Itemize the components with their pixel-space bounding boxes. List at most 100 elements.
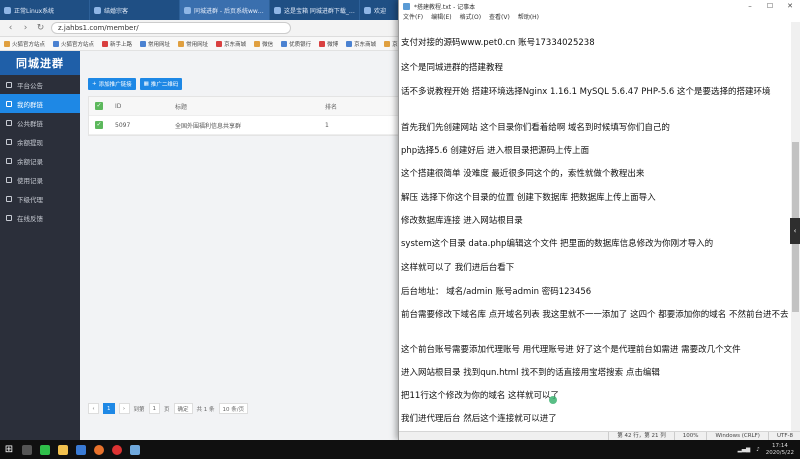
tab-favicon-icon: [4, 6, 11, 14]
notepad-window: *搭建教程.txt - 记事本 – ☐ ✕ 文件(F) 编辑(E) 格式(O) …: [398, 0, 800, 440]
menu-edit[interactable]: 编辑(E): [431, 12, 451, 22]
notepad-app-icon: [403, 2, 410, 10]
text-line: 把11行这个修改为你的域名 这样就可以了: [401, 391, 560, 401]
tab-label: 欢迎: [374, 7, 387, 15]
users-icon: [6, 195, 12, 202]
sidebar-item-public-links[interactable]: 公共群链: [0, 113, 80, 132]
forward-arrow-icon[interactable]: ›: [21, 23, 30, 33]
bookmark-icon: [178, 40, 185, 47]
sidebar-item-announcements[interactable]: 平台公告: [0, 75, 80, 94]
menu-help[interactable]: 帮助(H): [518, 12, 539, 22]
text-line: 首先我们先创建网站 这个目录你们看着给啊 域名到时候填写你们自己的: [401, 123, 670, 133]
bookmark-item[interactable]: 微博: [319, 40, 338, 48]
browser-tab[interactable]: 结婚宗客: [90, 0, 180, 20]
collapse-arrow-icon[interactable]: ‹: [790, 218, 800, 244]
page-unit-label: 页: [164, 406, 170, 413]
notepad-menu-bar: 文件(F) 编辑(E) 格式(O) 查看(V) 帮助(H): [399, 12, 800, 22]
recorder-icon[interactable]: [108, 440, 126, 459]
bookmark-item[interactable]: 火狐官方站点: [4, 40, 45, 48]
menu-file[interactable]: 文件(F): [403, 12, 423, 22]
menu-view[interactable]: 查看(V): [489, 12, 510, 22]
next-page-icon[interactable]: ›: [118, 403, 130, 414]
text-line: php选择5.6 创建好后 进入根目录把源码上传上面: [401, 146, 590, 156]
bookmark-item[interactable]: 京东商城: [346, 40, 376, 48]
notepad-icon[interactable]: [126, 440, 144, 459]
sidebar-item-usage-log[interactable]: 使用记录: [0, 170, 80, 189]
clock[interactable]: 17:14 2020/5/22: [766, 443, 794, 457]
zoom-level: 100%: [673, 432, 707, 440]
sidebar-item-withdraw[interactable]: 余额提现: [0, 132, 80, 151]
text-line: 后台地址： 域名/admin 账号admin 密码123456: [401, 287, 592, 297]
text-line: 我们进代理后台 然后这个连接就可以进了: [401, 414, 557, 424]
text-encoding: UTF-8: [767, 432, 800, 440]
bookmark-item[interactable]: 京东商城: [216, 40, 246, 48]
wechat-icon[interactable]: [36, 440, 54, 459]
cell-id: 5097: [115, 121, 131, 129]
sidebar-item-my-links[interactable]: 我的群链: [0, 94, 80, 113]
maximize-icon[interactable]: ☐: [760, 0, 780, 12]
qrcode-button[interactable]: ▦ 推广二维码: [139, 78, 183, 90]
bookmark-icon: [53, 40, 60, 47]
list-icon: [6, 157, 12, 164]
bookmark-item[interactable]: 常用网址: [178, 40, 208, 48]
file-explorer-icon[interactable]: [54, 440, 72, 459]
tab-favicon-icon: [94, 6, 101, 14]
browser-tab[interactable]: 正常Linux系统: [0, 0, 90, 20]
plus-icon: +: [92, 81, 97, 87]
network-icon[interactable]: ▂▄▆: [738, 447, 751, 453]
cell-sort: 1: [325, 121, 329, 129]
tab-favicon-icon: [274, 6, 281, 14]
page-number[interactable]: 1: [103, 403, 115, 414]
firefox-icon[interactable]: [90, 440, 108, 459]
text-line: 这样就可以了 我们进后台看下: [401, 263, 515, 273]
sidebar-item-feedback[interactable]: 在线反馈: [0, 208, 80, 227]
text-line: 这个前台账号需要添加代理账号 用代理账号进 好了这个是代理前台如需进 需要改几个…: [401, 345, 741, 355]
volume-icon[interactable]: ♪: [756, 447, 760, 453]
url-input[interactable]: z.jahbs1.com/member/: [51, 22, 291, 34]
minimize-icon[interactable]: –: [740, 0, 760, 12]
bookmark-item[interactable]: 常用网址: [140, 40, 170, 48]
menu-format[interactable]: 格式(O): [460, 12, 481, 22]
bookmark-item[interactable]: 优质银行: [281, 40, 311, 48]
text-line: 进入网站根目录 找到qun.html 找不到的话直接用宝塔搜索 点击编辑: [401, 368, 660, 378]
notepad-status-bar: 第 42 行，第 21 列 100% Windows (CRLF) UTF-8: [399, 431, 800, 440]
bookmark-icon: [216, 40, 223, 47]
notepad-title-bar: *搭建教程.txt - 记事本 – ☐ ✕: [399, 0, 800, 12]
bookmark-item[interactable]: 新手上路: [102, 40, 132, 48]
goto-confirm-button[interactable]: 确定: [173, 403, 193, 414]
line-ending: Windows (CRLF): [706, 432, 767, 440]
bookmark-item[interactable]: 微信: [254, 40, 273, 48]
bookmark-icon: [346, 40, 353, 47]
sidebar-item-sub-agents[interactable]: 下级代理: [0, 189, 80, 208]
bookmark-icon: [384, 40, 391, 47]
admin-sidebar: 同城进群 平台公告 我的群链 公共群链 余额提现 余额记录 使用记录 下级代理 …: [0, 51, 80, 440]
column-header-sort: 排名: [325, 103, 338, 111]
bookmark-item[interactable]: 火狐官方站点: [53, 40, 94, 48]
add-link-button[interactable]: + 添加推广链接: [88, 78, 136, 90]
notepad-title: *搭建教程.txt - 记事本: [414, 3, 476, 11]
select-all-checkbox[interactable]: ✓: [95, 102, 103, 110]
browser-tab[interactable]: 这是宝箱 同城进群下载_链接...: [270, 0, 360, 20]
browser-icon[interactable]: [72, 440, 90, 459]
column-header-id: ID: [115, 102, 122, 110]
qrcode-icon: ▦: [143, 81, 149, 87]
page-size-select[interactable]: 10 条/页: [218, 403, 249, 414]
search-icon[interactable]: [18, 440, 36, 459]
browser-tab-active[interactable]: 同城进群 - 后页系统www.heiyou...: [180, 0, 270, 20]
text-line: 解压 选择下你这个目录的位置 创建下数据库 把数据库上传上面导入: [401, 193, 656, 203]
prev-page-icon[interactable]: ‹: [88, 403, 99, 414]
cell-title: 全国外围福利信息共享群: [175, 122, 242, 130]
row-checkbox[interactable]: ✓: [95, 121, 103, 129]
sidebar-item-balance-log[interactable]: 余额记录: [0, 151, 80, 170]
goto-page-input[interactable]: 1: [148, 403, 161, 414]
close-icon[interactable]: ✕: [780, 0, 800, 12]
globe-icon: [6, 119, 12, 126]
windows-start-icon[interactable]: ⊞: [0, 440, 18, 459]
reload-icon[interactable]: ↻: [36, 23, 45, 33]
notepad-text-area[interactable]: 支付对接的源码www.pet0.cn 账号17334025238 这个是同城进群…: [399, 22, 791, 431]
table-row: ✓ 5097 全国外围福利信息共享群 1: [89, 116, 399, 135]
clock-time: 17:14: [771, 442, 788, 449]
back-arrow-icon[interactable]: ‹: [6, 23, 15, 33]
chat-icon: [6, 214, 12, 221]
text-line: 这个搭建很简单 没难度 最近很多同这个的，索性就做个教程出来: [401, 169, 645, 179]
